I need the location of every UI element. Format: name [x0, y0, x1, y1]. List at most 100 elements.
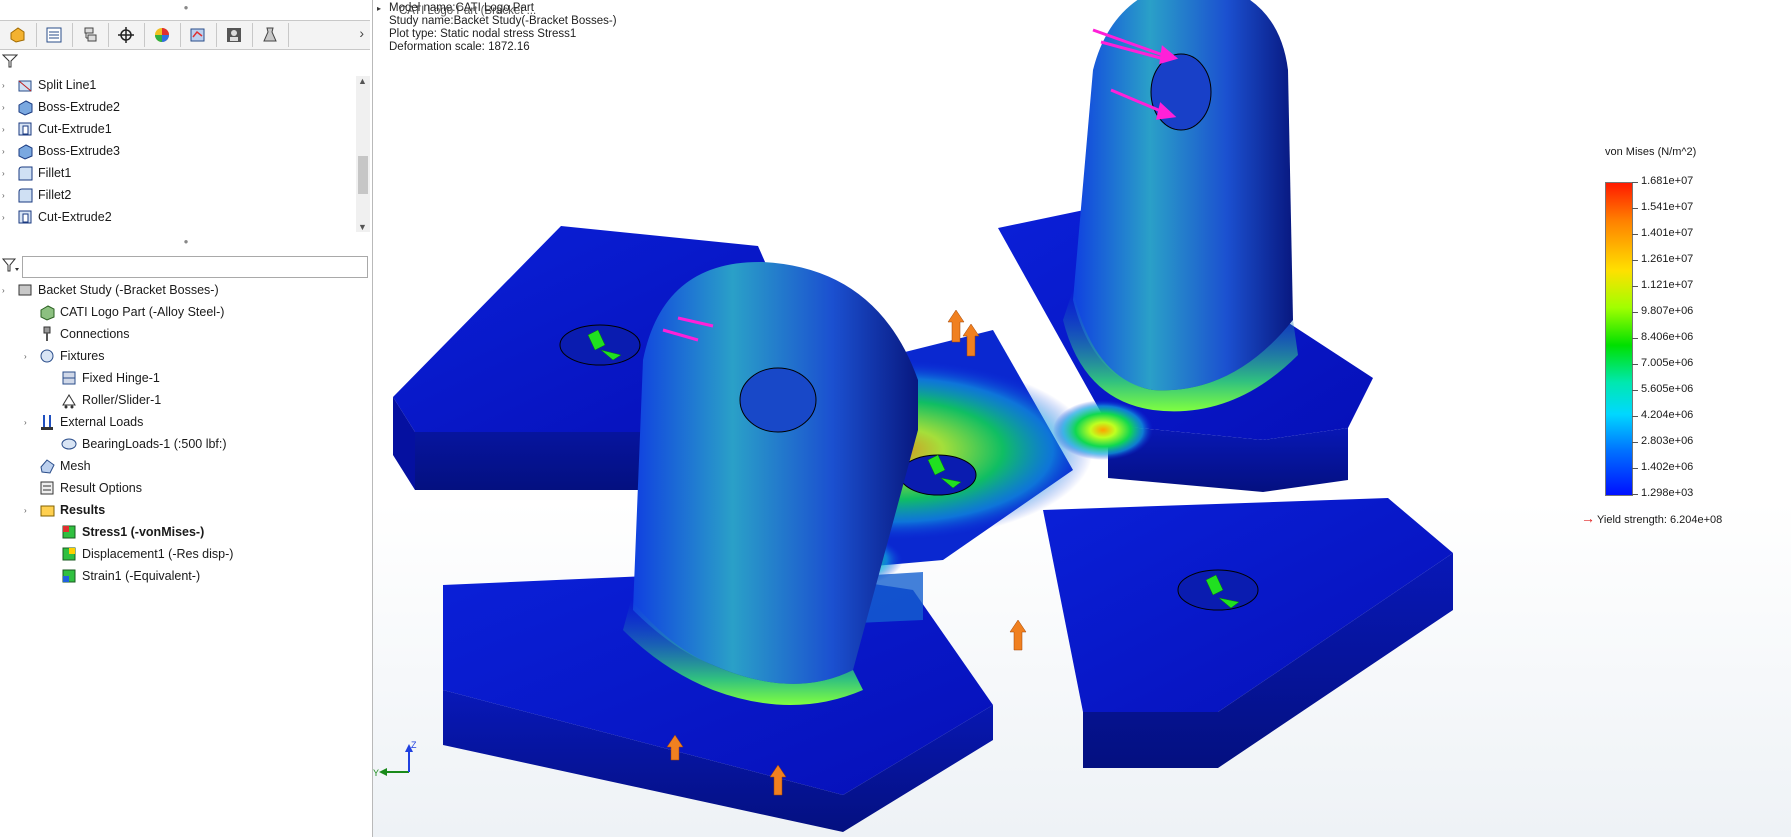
fillet-icon [16, 186, 34, 204]
expand-arrow-icon[interactable]: › [24, 352, 32, 361]
expand-arrow-icon[interactable]: › [2, 125, 10, 134]
tree-item-connections[interactable]: Connections [0, 323, 130, 345]
expand-arrow-icon[interactable]: › [24, 418, 32, 427]
yield-strength: → Yield strength: 6.204e+08 [1581, 510, 1722, 526]
triad-y-label: Y [373, 768, 379, 778]
legend-tick [1632, 390, 1638, 391]
tree-item-results[interactable]: › Results [0, 499, 105, 521]
fixtures-icon [38, 347, 56, 365]
tree-item-label: BearingLoads-1 (:500 lbf:) [82, 437, 227, 451]
expand-arrow-icon[interactable]: › [2, 286, 10, 295]
tree-item-split-line1[interactable]: › Split Line1 [0, 74, 96, 96]
results-folder-icon [38, 501, 56, 519]
legend-tick [1632, 234, 1638, 235]
tree-item-backet-study-bracket-bosses[interactable]: › Backet Study (-Bracket Bosses-) [0, 279, 219, 301]
legend-tick [1632, 468, 1638, 469]
expand-arrow-icon[interactable]: › [24, 506, 32, 515]
legend-tick [1632, 442, 1638, 443]
external-loads-icon [38, 413, 56, 431]
expand-arrow-icon[interactable]: › [2, 191, 10, 200]
crosshair-icon [118, 27, 134, 43]
design-study-tab[interactable] [252, 23, 289, 47]
tree-item-fillet1[interactable]: › Fillet1 [0, 162, 71, 184]
tree-item-fixed-hinge-1[interactable]: Fixed Hinge-1 [0, 367, 160, 389]
legend-value: 7.005e+06 [1641, 357, 1694, 369]
panel-grip-top[interactable]: ● [0, 4, 372, 12]
roller-slider-icon [60, 391, 78, 409]
display-manager-tab[interactable] [144, 23, 181, 47]
legend-tick [1632, 338, 1638, 339]
expand-arrow-icon[interactable]: › [2, 147, 10, 156]
feature-tree-scrollbar[interactable]: ▲ ▼ [356, 76, 370, 232]
appearance-icon [227, 28, 241, 42]
tree-item-label: Mesh [60, 459, 91, 473]
feature-manager-panel: ● › › Split Line1 › Boss-Extrude2 › Cut-Ext [0, 0, 373, 837]
cut-extrude-icon [16, 208, 34, 226]
stress-plot-model[interactable] [373, 0, 1791, 837]
boss-extrude-icon [16, 142, 34, 160]
legend-value: 9.807e+06 [1641, 305, 1694, 317]
tree-item-external-loads[interactable]: › External Loads [0, 411, 143, 433]
part-icon [38, 303, 56, 321]
study-filter-input[interactable] [22, 256, 368, 278]
legend-value: 2.803e+06 [1641, 435, 1694, 447]
tree-item-cati-logo-part-alloy-steel[interactable]: CATI Logo Part (-Alloy Steel-) [0, 301, 224, 323]
cut-extrude-icon [16, 120, 34, 138]
legend-color-bar [1605, 182, 1633, 496]
breadcrumb[interactable]: CATI Logo Part (Bracket ... [399, 5, 536, 17]
scroll-up-icon[interactable]: ▲ [358, 76, 367, 86]
configuration-manager-tab[interactable] [72, 23, 109, 47]
expand-arrow-icon[interactable]: › [2, 169, 10, 178]
breadcrumb-expand-icon[interactable]: ▸ [377, 4, 381, 13]
tree-item-label: Displacement1 (-Res disp-) [82, 547, 234, 561]
scroll-down-icon[interactable]: ▼ [358, 222, 367, 232]
tree-item-boss-extrude3[interactable]: › Boss-Extrude3 [0, 140, 120, 162]
tree-item-result-options[interactable]: Result Options [0, 477, 142, 499]
tree-item-fillet2[interactable]: › Fillet2 [0, 184, 71, 206]
legend-tick [1632, 312, 1638, 313]
yield-strength-text: Yield strength: 6.204e+08 [1597, 514, 1723, 526]
expand-arrow-icon[interactable]: › [2, 81, 10, 90]
legend-value: 1.121e+07 [1641, 279, 1694, 291]
tree-item-cut-extrude1[interactable]: › Cut-Extrude1 [0, 118, 112, 140]
view-triad[interactable]: Y Z [373, 740, 423, 780]
expand-arrow-icon[interactable]: › [2, 103, 10, 112]
simulation-study-tab[interactable] [180, 23, 217, 47]
appearance-tab[interactable] [216, 23, 253, 47]
tree-item-fixtures[interactable]: › Fixtures [0, 345, 104, 367]
bearing-load-icon [60, 435, 78, 453]
filter-dropdown-icon[interactable] [2, 257, 20, 273]
simulation-icon [190, 28, 205, 42]
panel-splitter[interactable]: ● [0, 238, 372, 246]
tree-item-boss-extrude2[interactable]: › Boss-Extrude2 [0, 96, 120, 118]
mesh-icon [38, 457, 56, 475]
feature-manager-tab[interactable] [0, 23, 37, 47]
feature-manager-icon [10, 27, 25, 43]
tree-item-stress1-vonmises[interactable]: Stress1 (-vonMises-) [0, 521, 204, 543]
manager-toolbar: › [0, 20, 370, 50]
tree-item-strain1-equivalent[interactable]: Strain1 (-Equivalent-) [0, 565, 200, 587]
legend-value: 1.261e+07 [1641, 253, 1694, 265]
study-icon [16, 281, 34, 299]
strain-plot-icon [60, 567, 78, 585]
tree-item-label: Result Options [60, 481, 142, 495]
tree-item-mesh[interactable]: Mesh [0, 455, 91, 477]
tree-item-label: Cut-Extrude1 [38, 122, 112, 136]
scroll-thumb[interactable] [358, 156, 368, 194]
tree-item-label: CATI Logo Part (-Alloy Steel-) [60, 305, 225, 319]
dimxpert-manager-tab[interactable] [108, 23, 145, 47]
graphics-viewport[interactable]: Model name:CATI Logo Part Study name:Bac… [373, 0, 1791, 837]
tree-item-displacement1-res-disp[interactable]: Displacement1 (-Res disp-) [0, 543, 233, 565]
property-manager-tab[interactable] [36, 23, 73, 47]
displacement-plot-icon [60, 545, 78, 563]
filter-icon[interactable] [2, 53, 18, 69]
feature-filter-row [0, 50, 370, 72]
chevron-right-icon[interactable]: › [359, 25, 364, 41]
legend-tick [1632, 208, 1638, 209]
expand-arrow-icon[interactable]: › [2, 213, 10, 222]
tree-item-cut-extrude2[interactable]: › Cut-Extrude2 [0, 206, 112, 228]
stress-legend[interactable]: von Mises (N/m^2) 1.681e+07 1.541e+07 1.40… [1605, 146, 1785, 526]
split-line-icon [16, 76, 34, 94]
tree-item-bearingloads-1-500-lbf[interactable]: BearingLoads-1 (:500 lbf:) [0, 433, 227, 455]
tree-item-roller-slider-1[interactable]: Roller/Slider-1 [0, 389, 161, 411]
